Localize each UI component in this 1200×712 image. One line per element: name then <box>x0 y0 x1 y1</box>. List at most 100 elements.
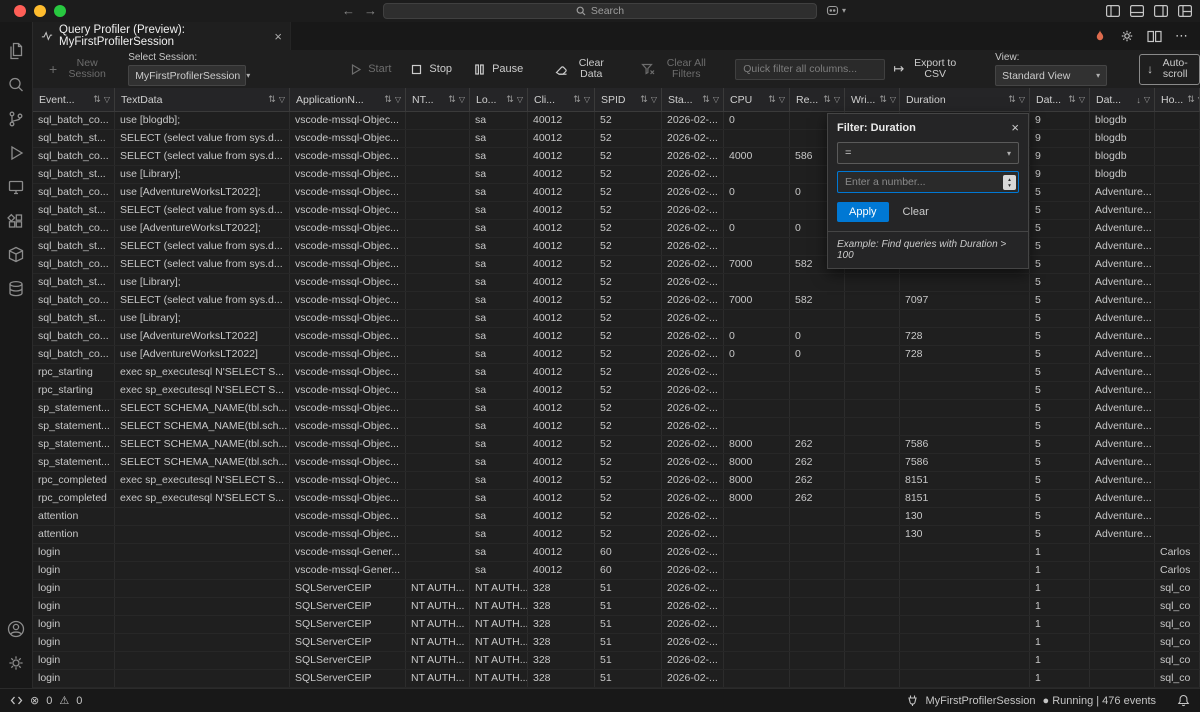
view-select[interactable]: Standard View ▾ <box>995 65 1107 86</box>
table-row[interactable]: loginSQLServerCEIPNT AUTH...NT AUTH...32… <box>33 616 1200 634</box>
settings-button[interactable] <box>0 646 32 680</box>
customize-layout-icon[interactable] <box>1178 5 1192 17</box>
toggle-secondary-sidebar-icon[interactable] <box>1154 5 1168 17</box>
sort-icon[interactable]: ⇅ <box>1187 94 1195 105</box>
filter-funnel-icon[interactable]: ▽ <box>1144 95 1150 104</box>
table-row[interactable]: loginvscode-mssql-Gener...sa40012602026-… <box>33 544 1200 562</box>
maximize-window-button[interactable] <box>54 5 66 17</box>
spinner-down-icon[interactable]: ▾ <box>1008 183 1011 189</box>
filter-funnel-icon[interactable]: ▽ <box>890 95 896 104</box>
column-header[interactable]: Re...⇅▽ <box>790 88 845 111</box>
table-row[interactable]: sql_batch_st...use [Library];vscode-mssq… <box>33 310 1200 328</box>
filter-funnel-icon[interactable]: ▽ <box>395 95 401 104</box>
sort-icon[interactable]: ⇅ <box>879 94 887 105</box>
sort-icon[interactable]: ⇅ <box>768 94 776 105</box>
filter-operator-select[interactable]: = ▾ <box>837 142 1019 164</box>
column-header[interactable]: CPU⇅▽ <box>724 88 790 111</box>
sidebar-item-extensions[interactable] <box>0 204 32 238</box>
sort-icon[interactable]: ⇅ <box>1008 94 1016 105</box>
sort-icon[interactable]: ⇅ <box>823 94 831 105</box>
filter-funnel-icon[interactable]: ▽ <box>651 95 657 104</box>
column-header[interactable]: Lo...⇅▽ <box>470 88 528 111</box>
table-row[interactable]: attentionvscode-mssql-Objec...sa40012522… <box>33 526 1200 544</box>
table-row[interactable]: attentionvscode-mssql-Objec...sa40012522… <box>33 508 1200 526</box>
sort-icon[interactable]: ⇅ <box>384 94 392 105</box>
close-window-button[interactable] <box>14 5 26 17</box>
warnings-count[interactable]: 0 <box>76 695 82 707</box>
copilot-button[interactable]: ▾ <box>826 4 846 17</box>
clear-all-filters-button[interactable]: Clear All Filters <box>640 58 711 81</box>
pause-button[interactable]: Pause <box>472 62 523 77</box>
sort-icon[interactable]: ⇅ <box>573 94 581 105</box>
table-row[interactable]: sp_statement...SELECT SCHEMA_NAME(tbl.sc… <box>33 436 1200 454</box>
toggle-sidebar-icon[interactable] <box>1106 5 1120 17</box>
sidebar-item-source-control[interactable] <box>0 102 32 136</box>
sort-icon[interactable]: ⇅ <box>93 94 101 105</box>
table-row[interactable]: loginSQLServerCEIPNT AUTH...NT AUTH...32… <box>33 634 1200 652</box>
table-row[interactable]: loginSQLServerCEIPNT AUTH...NT AUTH...32… <box>33 598 1200 616</box>
filter-funnel-icon[interactable]: ▽ <box>459 95 465 104</box>
back-button[interactable]: ← <box>342 0 355 22</box>
clear-data-button[interactable]: Clear Data <box>553 58 608 81</box>
quick-filter-input[interactable] <box>735 59 885 80</box>
forward-button[interactable]: → <box>364 0 377 22</box>
table-row[interactable]: loginvscode-mssql-Gener...sa40012602026-… <box>33 562 1200 580</box>
column-header[interactable]: Wri...⇅▽ <box>845 88 900 111</box>
sidebar-item-run-debug[interactable] <box>0 136 32 170</box>
column-header[interactable]: ApplicationN...⇅▽ <box>290 88 406 111</box>
column-header[interactable]: Dat...↓▽ <box>1090 88 1155 111</box>
column-header[interactable]: Cli...⇅▽ <box>528 88 595 111</box>
sort-icon[interactable]: ⇅ <box>268 94 276 105</box>
new-session-button[interactable]: + New Session <box>49 58 112 81</box>
table-row[interactable]: rpc_startingexec sp_executesql N'SELECT … <box>33 382 1200 400</box>
split-editor-icon[interactable] <box>1147 30 1162 43</box>
column-header[interactable]: Ho...⇅▽ <box>1155 88 1200 111</box>
sidebar-item-remote-explorer[interactable] <box>0 170 32 204</box>
sidebar-item-package[interactable] <box>0 238 32 272</box>
filter-funnel-icon[interactable]: ▽ <box>713 95 719 104</box>
filter-funnel-icon[interactable]: ▽ <box>779 95 785 104</box>
export-csv-button[interactable]: ↦ Export to CSV <box>893 58 961 81</box>
sidebar-item-database[interactable] <box>0 272 32 306</box>
toggle-panel-icon[interactable] <box>1130 5 1144 17</box>
table-row[interactable]: loginSQLServerCEIPNT AUTH...NT AUTH...32… <box>33 670 1200 688</box>
bell-icon[interactable] <box>1177 694 1190 707</box>
sort-icon[interactable]: ⇅ <box>506 94 514 105</box>
table-row[interactable]: sql_batch_co...use [AdventureWorksLT2022… <box>33 346 1200 364</box>
sidebar-item-search[interactable] <box>0 68 32 102</box>
sort-icon[interactable]: ⇅ <box>702 94 710 105</box>
warnings-icon[interactable]: ⚠ <box>59 694 69 707</box>
auto-scroll-button[interactable]: ↓ Auto-scroll <box>1139 54 1200 85</box>
sort-icon[interactable]: ⇅ <box>448 94 456 105</box>
stop-button[interactable]: Stop <box>409 62 452 77</box>
filter-funnel-icon[interactable]: ▽ <box>279 95 285 104</box>
more-actions-icon[interactable]: ⋯ <box>1175 28 1188 44</box>
filter-funnel-icon[interactable]: ▽ <box>834 95 840 104</box>
column-header[interactable]: SPID⇅▽ <box>595 88 662 111</box>
column-header[interactable]: Event...⇅▽ <box>33 88 115 111</box>
sort-icon[interactable]: ↓ <box>1136 95 1141 105</box>
status-session-state[interactable]: ● Running | 476 events <box>1043 695 1156 707</box>
apply-filter-button[interactable]: Apply <box>837 202 889 222</box>
close-tab-icon[interactable]: × <box>274 30 282 43</box>
account-button[interactable] <box>0 612 32 646</box>
column-header[interactable]: Sta...⇅▽ <box>662 88 724 111</box>
sort-icon[interactable]: ⇅ <box>640 94 648 105</box>
sort-icon[interactable]: ⇅ <box>1068 94 1076 105</box>
start-button[interactable]: Start <box>348 62 391 77</box>
minimize-window-button[interactable] <box>34 5 46 17</box>
tab-query-profiler[interactable]: Query Profiler (Preview): MyFirstProfile… <box>33 22 291 50</box>
table-row[interactable]: sql_batch_co...SELECT (select value from… <box>33 292 1200 310</box>
filter-value-input[interactable] <box>837 171 1019 193</box>
column-header[interactable]: Duration⇅▽ <box>900 88 1030 111</box>
session-select[interactable]: MyFirstProfilerSession ▾ <box>128 65 246 86</box>
remote-icon[interactable] <box>10 694 23 707</box>
clear-filter-button[interactable]: Clear <box>899 202 933 222</box>
table-row[interactable]: loginSQLServerCEIPNT AUTH...NT AUTH...32… <box>33 652 1200 670</box>
filter-funnel-icon[interactable]: ▽ <box>517 95 523 104</box>
settings-gear-icon[interactable] <box>1120 29 1134 43</box>
table-row[interactable]: rpc_completedexec sp_executesql N'SELECT… <box>33 490 1200 508</box>
table-row[interactable]: sql_batch_co...use [AdventureWorksLT2022… <box>33 328 1200 346</box>
table-row[interactable]: sp_statement...SELECT SCHEMA_NAME(tbl.sc… <box>33 418 1200 436</box>
filter-funnel-icon[interactable]: ▽ <box>1079 95 1085 104</box>
